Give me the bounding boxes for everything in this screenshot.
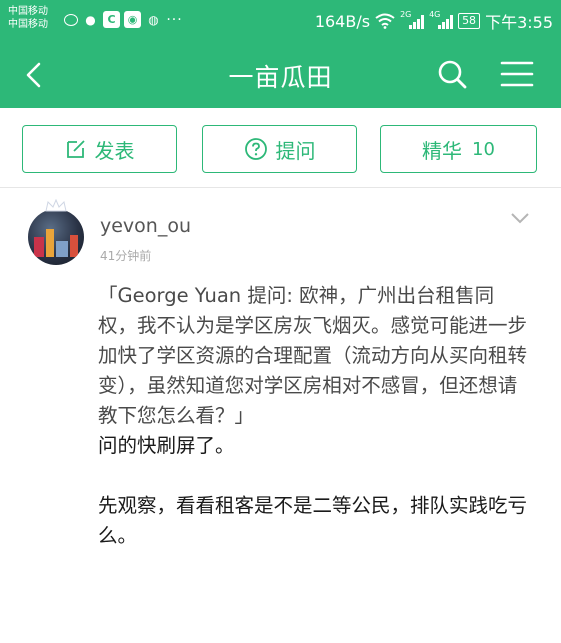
carrier-2: 中国移动 <box>8 19 48 30</box>
wifi-icon <box>375 13 395 29</box>
more-notifications-icon: ··· <box>166 11 183 28</box>
username[interactable]: yevon_ou <box>100 215 191 237</box>
reply-text-1: 问的快刷屏了。 <box>98 434 235 457</box>
cloud-icon <box>64 13 78 26</box>
crown-icon <box>45 199 67 212</box>
status-bar: 中国移动 中国移动 ● C ◉ ◍ ··· 164B/s 2G 4G 58 下午… <box>0 0 561 42</box>
featured-count: 10 <box>472 138 495 160</box>
network-speed: 164B/s <box>314 11 371 31</box>
post-button[interactable]: 发表 <box>22 125 177 173</box>
post-content: 「George Yuan 提问: 欧神，广州出台租售同权，我不认为是学区房灰飞烟… <box>98 281 528 551</box>
featured-button[interactable]: 精华 10 <box>380 125 537 173</box>
weibo-icon: ◉ <box>124 11 141 28</box>
clock: 下午3:55 <box>485 13 553 32</box>
ask-button-label: 提问 <box>275 138 316 163</box>
signal-4g-icon: 4G <box>429 10 454 29</box>
app-round-icon: ◍ <box>148 12 159 27</box>
featured-button-label: 精华 <box>422 138 463 163</box>
search-icon[interactable] <box>436 58 468 90</box>
carrier-labels: 中国移动 中国移动 <box>8 5 48 31</box>
question-icon <box>244 138 267 160</box>
post-card: yevon_ou 41分钟前 「George Yuan 提问: 欧神，广州出台租… <box>0 189 561 643</box>
page-title: 一亩瓜田 <box>228 63 333 92</box>
reply-text-2: 先观察，看看租客是不是二等公民，排队实践吃亏么。 <box>98 494 528 547</box>
battery-indicator: 58 <box>458 13 481 29</box>
post-time: 41分钟前 <box>100 249 152 263</box>
hamburger-menu-icon[interactable] <box>500 59 534 89</box>
quoted-question: 「George Yuan 提问: 欧神，广州出台租售同权，我不认为是学区房灰飞烟… <box>98 284 528 427</box>
action-bar: 发表 提问 精华 10 <box>0 108 561 188</box>
notification-icons: ● C ◉ ◍ ··· <box>64 11 183 28</box>
carrier-1: 中国移动 <box>8 6 48 17</box>
chevron-down-icon[interactable] <box>510 211 530 225</box>
edit-icon <box>66 140 85 158</box>
avatar[interactable] <box>28 209 84 265</box>
signal-2g-icon: 2G <box>400 10 425 29</box>
ask-button[interactable]: 提问 <box>202 125 357 173</box>
app-c-icon: C <box>103 11 120 28</box>
status-right: 164B/s 2G 4G 58 下午3:55 <box>315 9 553 33</box>
post-button-label: 发表 <box>94 138 135 163</box>
app-bar: 一亩瓜田 <box>0 42 561 108</box>
chat-bubble-icon: ● <box>85 12 96 27</box>
